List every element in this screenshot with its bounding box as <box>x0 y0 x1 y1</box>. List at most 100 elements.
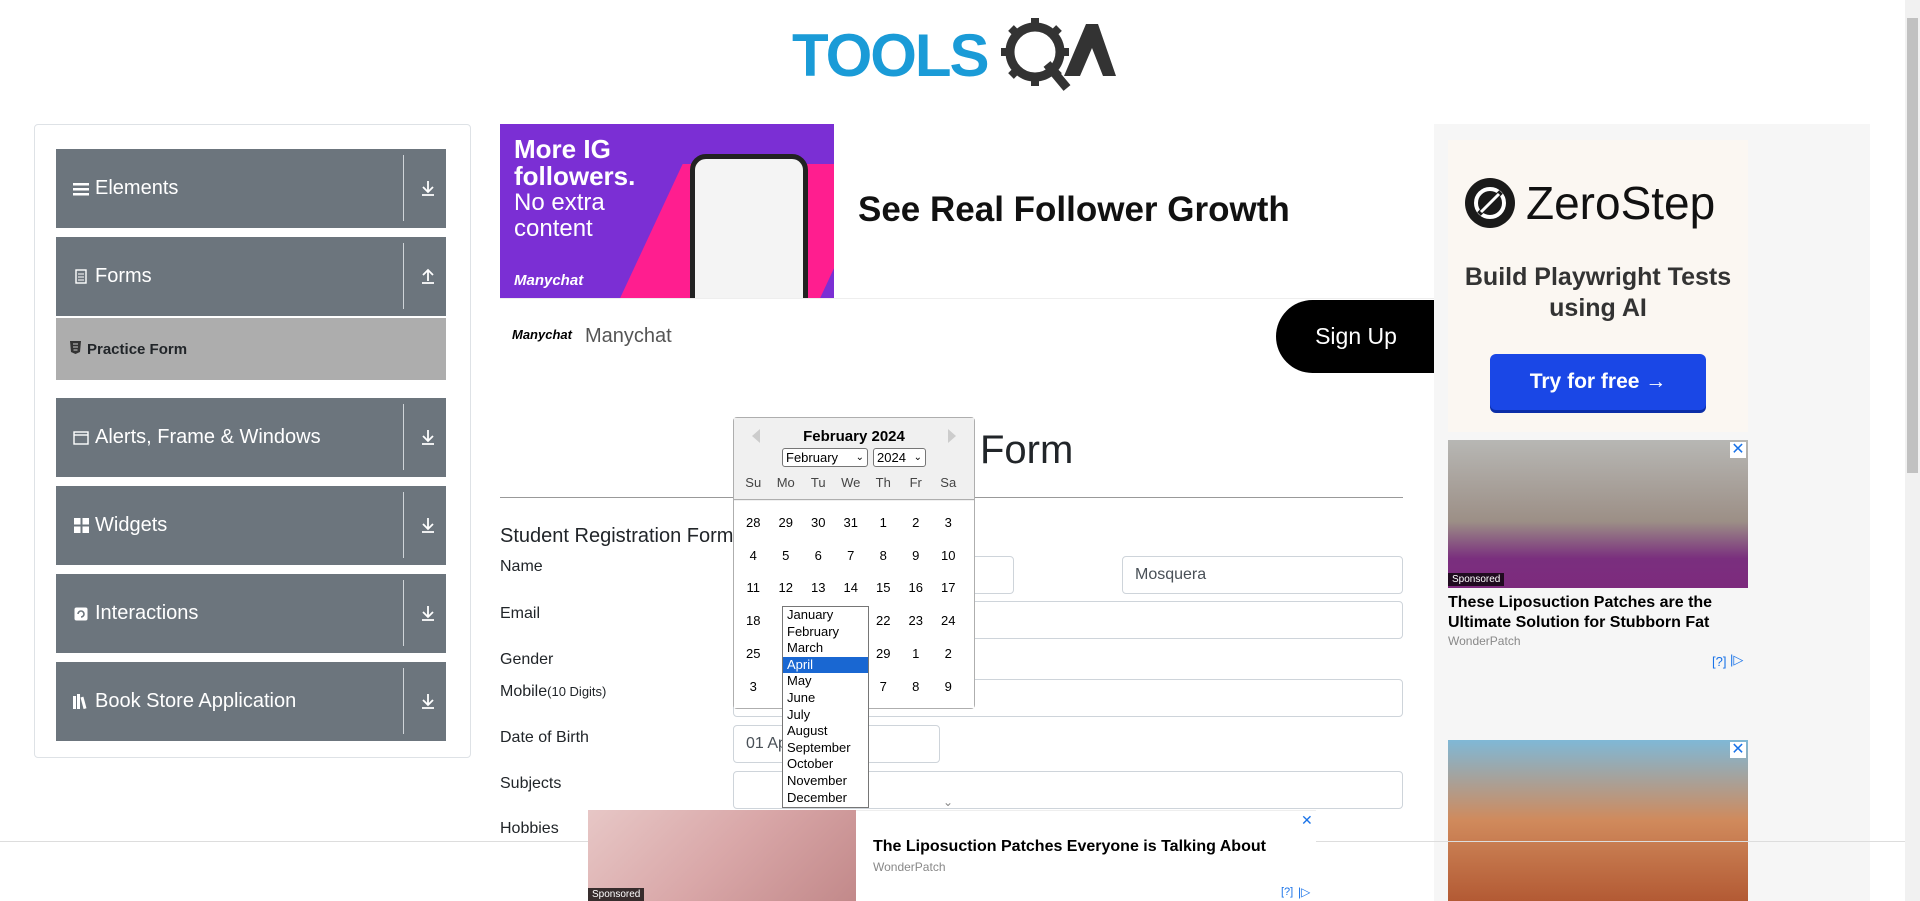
sidebar-group-widgets[interactable]: Widgets <box>56 486 446 565</box>
calendar-day[interactable]: 25 <box>737 646 770 661</box>
divider <box>403 668 404 734</box>
date-picker-title: February 2024 <box>803 428 905 445</box>
calendar-day[interactable]: 8 <box>867 548 900 563</box>
calendar-day[interactable]: 29 <box>770 515 803 530</box>
lipo-ad-image[interactable]: ✕ Sponsored <box>1448 440 1748 588</box>
lipo-ad-source[interactable]: WonderPatch <box>1448 634 1521 648</box>
calendar-day[interactable]: 2 <box>932 646 965 661</box>
calendar-day[interactable]: 4 <box>737 548 770 563</box>
calendar-day[interactable]: 6 <box>802 548 835 563</box>
download-icon[interactable] <box>419 428 437 446</box>
calendar-day[interactable]: 17 <box>932 580 965 595</box>
anime-ad-image[interactable]: ✕ <box>1448 740 1748 901</box>
month-option[interactable]: July <box>783 707 868 724</box>
calendar-day[interactable]: 8 <box>900 679 933 694</box>
month-option[interactable]: January <box>783 607 868 624</box>
calendar-day[interactable]: 9 <box>932 679 965 694</box>
try-for-free-button[interactable]: Try for free → <box>1490 354 1706 410</box>
download-icon[interactable] <box>419 516 437 534</box>
calendar-day[interactable]: 12 <box>770 580 803 595</box>
calendar-day[interactable]: 9 <box>900 548 933 563</box>
calendar-day[interactable]: 13 <box>802 580 835 595</box>
download-icon[interactable] <box>419 692 437 710</box>
scrollbar-thumb[interactable] <box>1907 18 1918 473</box>
close-ad-icon[interactable]: ✕ <box>1730 442 1746 458</box>
calendar-day[interactable]: 2 <box>900 515 933 530</box>
calendar-day[interactable]: 22 <box>867 613 900 628</box>
calendar-day[interactable]: 5 <box>770 548 803 563</box>
upload-icon[interactable] <box>419 267 437 285</box>
sidebar-group-bookstore[interactable]: Book Store Application <box>56 662 446 741</box>
zerostep-logo-icon <box>1465 178 1515 228</box>
chevron-down-icon: ⌄ <box>855 452 864 463</box>
calendar-day[interactable]: 23 <box>900 613 933 628</box>
ad-image[interactable]: More IG followers. No extra content Many… <box>500 124 834 298</box>
divider <box>403 243 404 309</box>
download-icon[interactable] <box>419 604 437 622</box>
calendar-day[interactable]: 1 <box>900 646 933 661</box>
lipo-ad-title[interactable]: These Liposuction Patches are the Ultima… <box>1448 593 1748 633</box>
calendar-day[interactable]: 15 <box>867 580 900 595</box>
calendar-day[interactable]: 30 <box>802 515 835 530</box>
month-option[interactable]: October <box>783 756 868 773</box>
interactions-icon <box>73 606 89 622</box>
divider <box>403 155 404 221</box>
sidebar-group-forms[interactable]: Forms <box>56 237 446 316</box>
adchoices-icon[interactable]: [?] <box>1712 654 1726 669</box>
month-option[interactable]: August <box>783 723 868 740</box>
download-icon[interactable] <box>419 179 437 197</box>
chevron-down-icon: ⌄ <box>913 452 922 463</box>
calendar-day[interactable]: 1 <box>867 515 900 530</box>
menu-icon <box>73 181 89 197</box>
widgets-icon <box>73 518 89 534</box>
zerostep-tagline: Build Playwright Tests using AI <box>1464 263 1732 322</box>
calendar-day[interactable]: 18 <box>737 613 770 628</box>
last-name-input[interactable]: Mosquera <box>1122 556 1403 594</box>
calendar-day[interactable]: 31 <box>835 515 868 530</box>
sidebar-group-elements[interactable]: Elements <box>56 149 446 228</box>
calendar-day[interactable]: 29 <box>867 646 900 661</box>
month-select[interactable]: February ⌄ <box>782 448 868 467</box>
adchoices-logo-icon[interactable]: |▷ <box>1730 652 1743 668</box>
close-ad-icon[interactable]: ✕ <box>1301 812 1313 829</box>
sidebar-item-practice-form[interactable]: Practice Form <box>56 318 446 380</box>
calendar-day[interactable]: 16 <box>900 580 933 595</box>
calendar-day[interactable]: 28 <box>737 515 770 530</box>
divider <box>403 580 404 646</box>
hobbies-label: Hobbies <box>500 820 559 837</box>
ad-headline[interactable]: See Real Follower Growth <box>858 190 1290 230</box>
month-option[interactable]: December <box>783 790 868 807</box>
month-option[interactable]: April <box>783 656 868 674</box>
sidebar-group-interactions[interactable]: Interactions <box>56 574 446 653</box>
year-select[interactable]: 2024 ⌄ <box>873 448 926 467</box>
month-option[interactable]: September <box>783 740 868 757</box>
books-icon <box>73 694 89 710</box>
divider <box>500 298 1434 299</box>
calendar-day[interactable]: 3 <box>932 515 965 530</box>
calendar-day[interactable]: 24 <box>932 613 965 628</box>
ad-image-text: No extra content <box>514 189 605 242</box>
calendar-day[interactable]: 10 <box>932 548 965 563</box>
adchoices-icon[interactable]: [?] <box>1281 886 1293 898</box>
month-option[interactable]: March <box>783 640 868 657</box>
chevron-down-icon[interactable]: ⌄ <box>943 795 953 809</box>
month-option[interactable]: May <box>783 673 868 690</box>
month-option[interactable]: November <box>783 773 868 790</box>
bottom-ad-image[interactable]: Sponsored <box>588 810 856 901</box>
close-ad-icon[interactable]: ✕ <box>1730 742 1746 758</box>
month-option[interactable]: February <box>783 624 868 641</box>
zerostep-name: ZeroStep <box>1526 177 1716 229</box>
bottom-ad-title[interactable]: The Liposuction Patches Everyone is Talk… <box>873 838 1266 856</box>
sign-up-button[interactable]: Sign Up <box>1276 300 1436 373</box>
month-option[interactable]: June <box>783 690 868 707</box>
sidebar-group-alerts[interactable]: Alerts, Frame & Windows <box>56 398 446 477</box>
month-dropdown-list[interactable]: January February March April May June July Augu… <box>782 606 869 808</box>
calendar-day[interactable]: 11 <box>737 580 770 595</box>
adchoices-logo-icon[interactable]: |▷ <box>1298 885 1310 899</box>
calendar-day[interactable]: 14 <box>835 580 868 595</box>
calendar-day[interactable]: 7 <box>835 548 868 563</box>
calendar-day[interactable]: 7 <box>867 679 900 694</box>
bottom-ad-source[interactable]: WonderPatch <box>873 860 946 874</box>
calendar-day[interactable]: 3 <box>737 679 770 694</box>
toolsqa-logo[interactable]: TOOLS <box>790 14 1116 94</box>
